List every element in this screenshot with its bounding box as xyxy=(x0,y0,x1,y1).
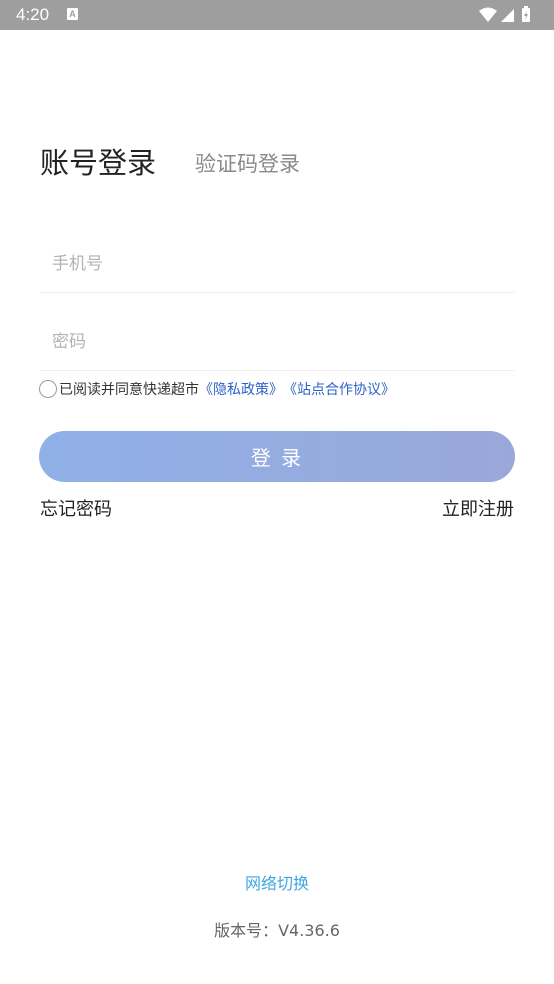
wifi-icon xyxy=(479,7,497,22)
forgot-password-link[interactable]: 忘记密码 xyxy=(40,495,112,521)
status-time: 4:20 xyxy=(16,5,50,24)
agreement-row: 已阅读并同意快递超市 《隐私政策》 《站点合作协议》 xyxy=(39,378,395,400)
login-button[interactable]: 登 录 xyxy=(39,431,515,482)
password-input[interactable] xyxy=(40,314,514,370)
register-link[interactable]: 立即注册 xyxy=(442,495,514,521)
version-text: 版本号：V4.36.6 xyxy=(214,921,340,940)
battery-icon xyxy=(522,6,530,22)
status-icons xyxy=(478,5,538,25)
network-switch-link[interactable]: 网络切换 xyxy=(0,870,554,894)
agreement-text: 已阅读并同意快递超市 xyxy=(59,382,199,398)
cell-signal-icon xyxy=(501,9,514,22)
privacy-policy-link[interactable]: 《隐私政策》 xyxy=(199,379,283,399)
phone-input[interactable] xyxy=(40,236,514,292)
phone-field xyxy=(40,236,514,293)
notification-icon: A xyxy=(67,8,78,20)
cooperation-agreement-link[interactable]: 《站点合作协议》 xyxy=(283,379,395,399)
agreement-checkbox[interactable] xyxy=(39,380,57,398)
password-field xyxy=(40,314,514,371)
tab-account-login[interactable]: 账号登录 xyxy=(40,140,156,182)
tab-code-login[interactable]: 验证码登录 xyxy=(195,148,300,178)
status-bar: 4:20 A xyxy=(0,0,554,30)
